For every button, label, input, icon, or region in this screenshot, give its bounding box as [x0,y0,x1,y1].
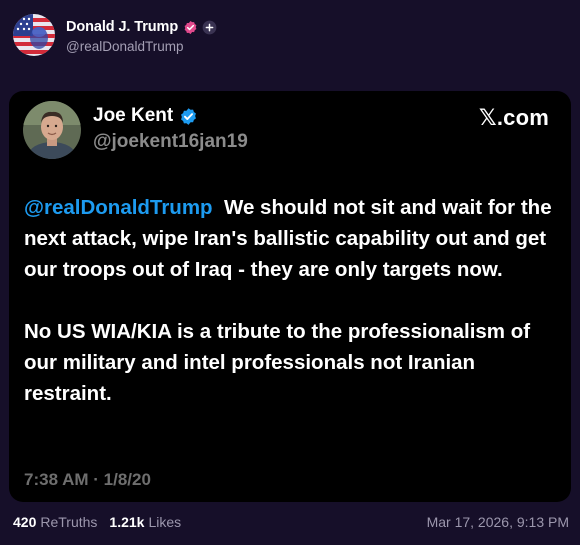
author-handle[interactable]: @realDonaldTrump [66,39,217,54]
verified-badge-icon [179,107,198,126]
likes-label: Likes [148,514,182,530]
quoted-post-text: @realDonaldTrump We should not sit and w… [24,192,554,409]
author-avatar[interactable] [13,14,55,56]
truth-post: Donald J. Trump @realDonaldTrump Joe Ken… [0,0,580,545]
retruths-stat[interactable]: 420 ReTruths [13,514,97,530]
quoted-author-avatar[interactable] [23,101,81,159]
verified-badge-icon [183,20,198,35]
retruths-count: 420 [13,514,37,530]
quoted-timestamp[interactable]: 7:38 AM · 1/8/20 [24,470,151,490]
retruths-label: ReTruths [40,514,98,530]
post-date[interactable]: Mar 17, 2026, 9:13 PM [427,514,569,530]
post-header: Donald J. Trump @realDonaldTrump [13,14,217,56]
plus-icon[interactable] [202,20,217,35]
likes-stat[interactable]: 1.21k Likes [109,514,181,530]
author-display-name[interactable]: Donald J. Trump [66,19,178,35]
quoted-paragraph-2: No US WIA/KIA is a tribute to the profes… [24,320,531,405]
profile-photo-icon [23,101,81,159]
quoted-author-handle[interactable]: @joekent16jan19 [93,131,248,153]
mention-link[interactable]: @realDonaldTrump [24,196,213,219]
quoted-post-card[interactable]: Joe Kent @joekent16jan19 𝕏.com @realDona… [9,91,571,502]
quoted-author-name[interactable]: Joe Kent [93,105,173,127]
quoted-paragraph-1: @realDonaldTrump We should not sit and w… [24,192,554,285]
american-flag-avatar-icon [13,14,55,56]
likes-count: 1.21k [109,514,145,530]
post-footer: 420 ReTruths 1.21k Likes Mar 17, 2026, 9… [13,514,569,530]
source-label[interactable]: 𝕏.com [479,105,549,131]
